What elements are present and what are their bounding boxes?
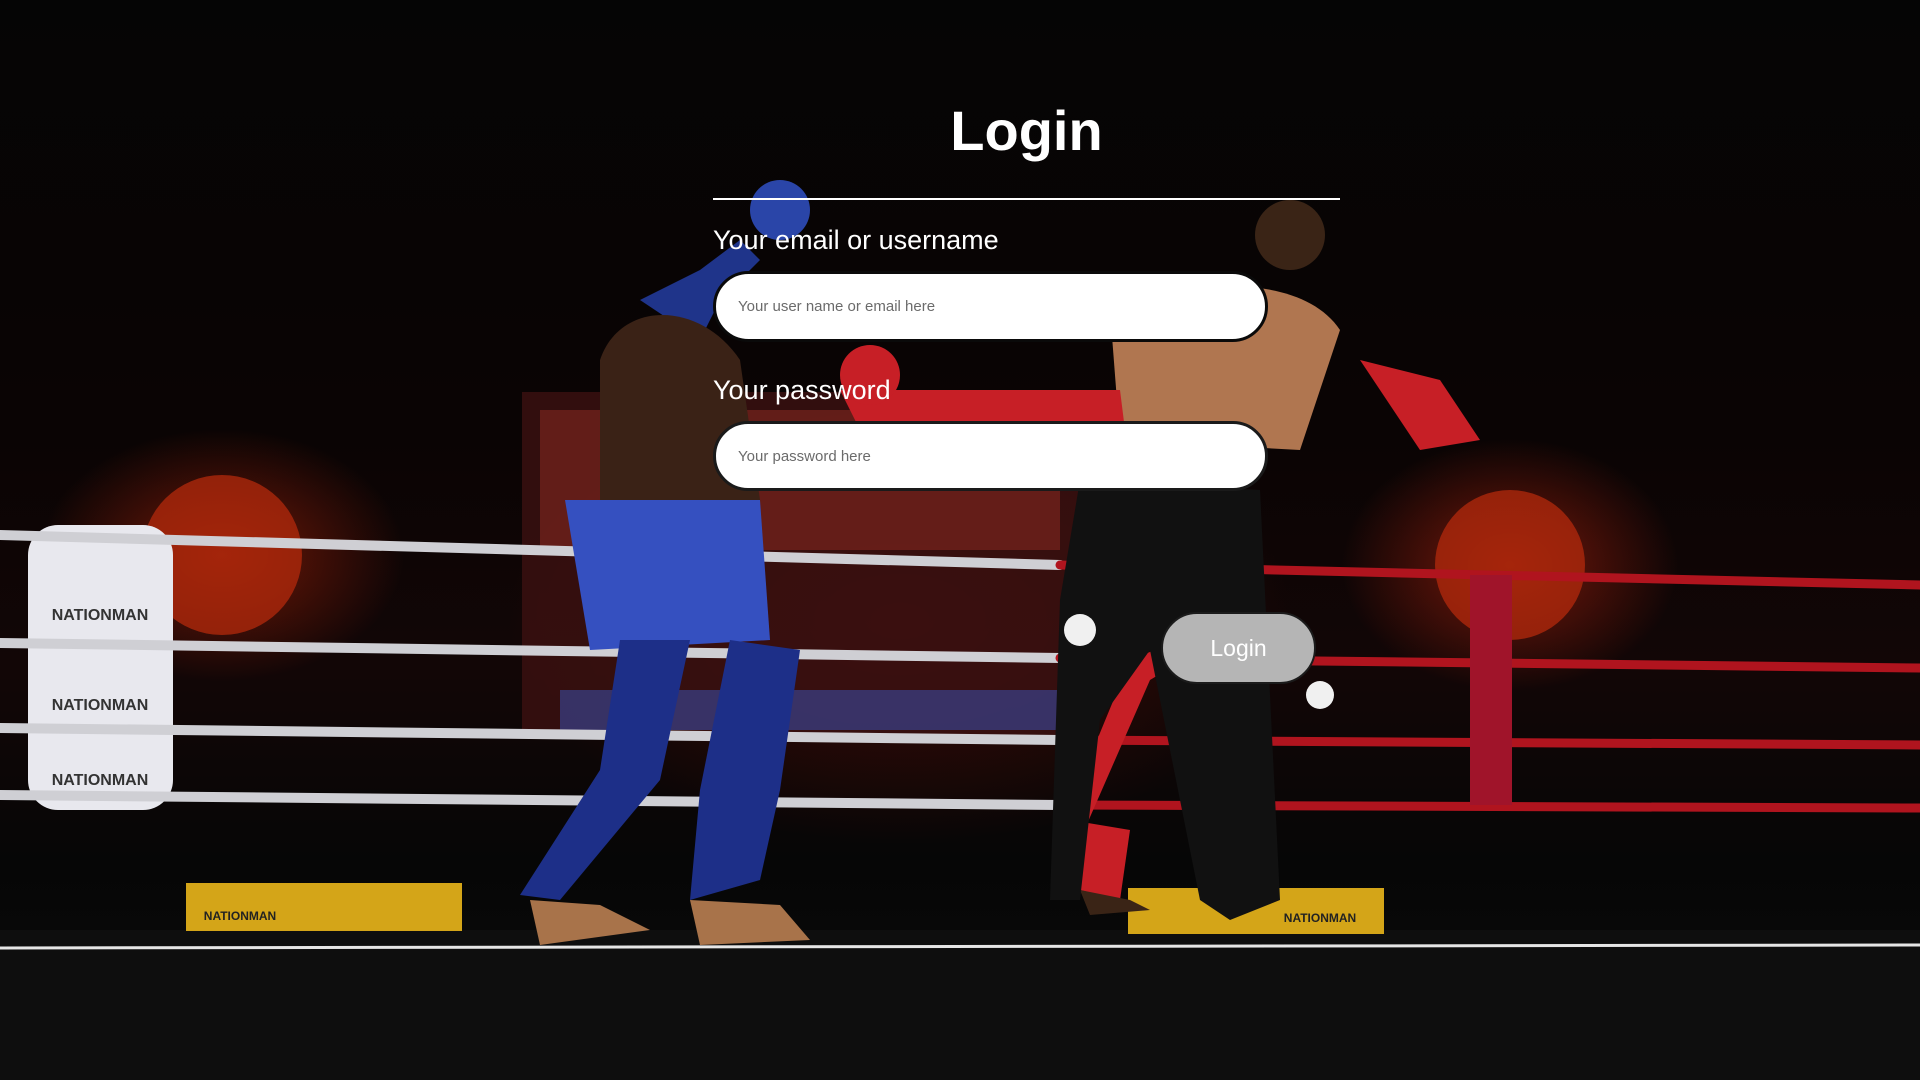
ring-apron xyxy=(0,930,1920,1080)
corner-post xyxy=(28,525,173,810)
sponsor-logo: NATIONMAN xyxy=(204,909,276,923)
sponsor-logo: NATIONMAN xyxy=(1284,911,1356,925)
password-label: Your password xyxy=(713,375,891,405)
login-page: NATIONMAN NATIONMAN NATIONMAN NATIONMAN … xyxy=(0,0,1920,1080)
login-button[interactable]: Login xyxy=(1161,612,1316,684)
email-label: Your email or username xyxy=(713,225,999,255)
apron-banner-left xyxy=(186,883,462,931)
email-input[interactable] xyxy=(713,271,1268,342)
sponsor-logo: NATIONMAN xyxy=(52,697,149,714)
sponsor-logo: NATIONMAN xyxy=(52,772,149,789)
sponsor-logo: NATIONMAN xyxy=(52,607,149,624)
page-title: Login xyxy=(950,99,1103,162)
title-divider xyxy=(713,198,1340,200)
right-corner-pad xyxy=(1470,575,1512,805)
login-form: Login Your email or username Your passwo… xyxy=(713,95,1340,491)
password-input[interactable] xyxy=(713,421,1268,491)
